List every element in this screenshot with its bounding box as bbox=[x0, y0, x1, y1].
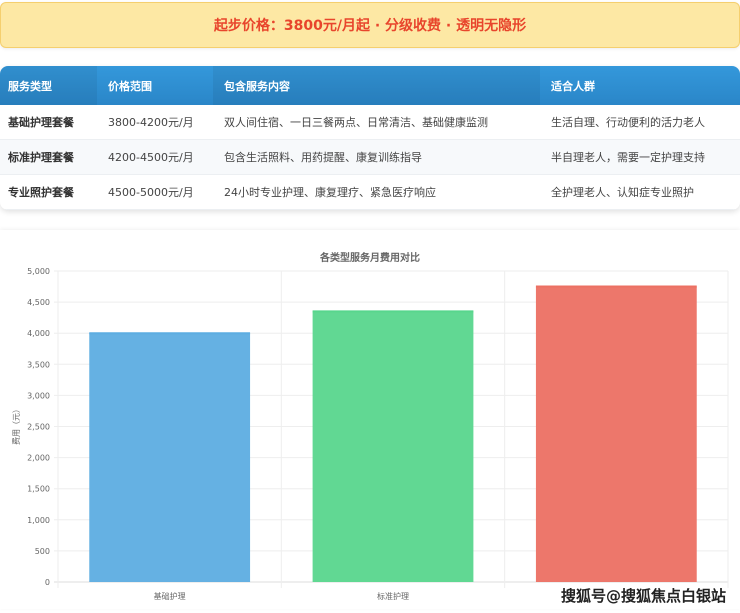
cell: 包含生活照料、用药提醒、康复训练指导 bbox=[224, 151, 422, 164]
header-cell: 价格范围 bbox=[108, 79, 152, 93]
chart-title: 各类型服务月费用对比 bbox=[319, 251, 420, 264]
y-tick-label: 500 bbox=[35, 547, 50, 556]
x-tick-label: 基础护理 bbox=[154, 591, 186, 601]
bar bbox=[312, 311, 474, 582]
cost-chart: 各类型服务月费用对比 费用（元） 0 500 1,000 1,500 2,000 2,50… bbox=[0, 230, 740, 609]
table-row: 专业照护套餐 4500-5000元/月 24小时专业护理、康复理疗、紧急医疗响应… bbox=[0, 175, 740, 210]
y-tick-label: 4,500 bbox=[27, 298, 50, 307]
bar bbox=[535, 286, 697, 582]
y-tick-label: 0 bbox=[45, 578, 50, 587]
cell: 半自理老人，需要一定护理支持 bbox=[551, 151, 705, 164]
cell: 专业照护套餐 bbox=[8, 186, 74, 199]
y-tick-label: 3,500 bbox=[27, 360, 50, 369]
cell: 24小时专业护理、康复理疗、紧急医疗响应 bbox=[224, 186, 436, 199]
table-row: 标准护理套餐 4200-4500元/月 包含生活照料、用药提醒、康复训练指导 半… bbox=[0, 140, 740, 175]
bar bbox=[89, 333, 251, 582]
y-tick-label: 5,000 bbox=[27, 267, 50, 276]
y-tick-label: 2,500 bbox=[27, 423, 50, 432]
cell: 4200-4500元/月 bbox=[108, 151, 194, 164]
banner-text: 起步价格：3800元/月起 · 分级收费 · 透明无隐形 bbox=[213, 18, 527, 34]
header-cell: 服务类型 bbox=[0, 66, 97, 105]
cell: 全护理老人、认知症专业照护 bbox=[551, 186, 694, 199]
bar-chart: 各类型服务月费用对比 费用（元） 0 500 1,000 1,500 2,000 2,50… bbox=[11, 251, 729, 601]
pricing-table: 服务类型 价格范围 包含服务内容 适合人群 基础护理套餐 3800-4200元/… bbox=[0, 66, 740, 210]
y-tick-label: 4,000 bbox=[27, 329, 50, 338]
y-tick-label: 2,000 bbox=[27, 454, 50, 463]
cell: 标准护理套餐 bbox=[8, 151, 74, 164]
y-tick-label: 1,500 bbox=[27, 485, 50, 494]
y-axis-label: 费用（元） bbox=[11, 405, 21, 445]
header-cell: 适合人群 bbox=[551, 79, 595, 93]
header-cell: 包含服务内容 bbox=[213, 66, 540, 105]
x-tick-label: 标准护理 bbox=[377, 591, 409, 601]
cell: 3800-4200元/月 bbox=[108, 116, 194, 129]
y-tick-label: 3,000 bbox=[27, 391, 50, 400]
price-banner: 起步价格：3800元/月起 · 分级收费 · 透明无隐形 bbox=[0, 2, 740, 48]
cell: 双人间住宿、一日三餐两点、日常清洁、基础健康监测 bbox=[224, 116, 488, 129]
cell: 基础护理套餐 bbox=[8, 116, 74, 129]
table-row: 基础护理套餐 3800-4200元/月 双人间住宿、一日三餐两点、日常清洁、基础… bbox=[0, 105, 740, 140]
table-header: 服务类型 价格范围 包含服务内容 适合人群 bbox=[0, 66, 740, 105]
cell: 4500-5000元/月 bbox=[108, 186, 194, 199]
watermark: 搜狐号@搜狐焦点白银站 bbox=[560, 587, 726, 605]
y-tick-label: 1,000 bbox=[27, 516, 50, 525]
cell: 生活自理、行动便利的活力老人 bbox=[551, 116, 705, 129]
